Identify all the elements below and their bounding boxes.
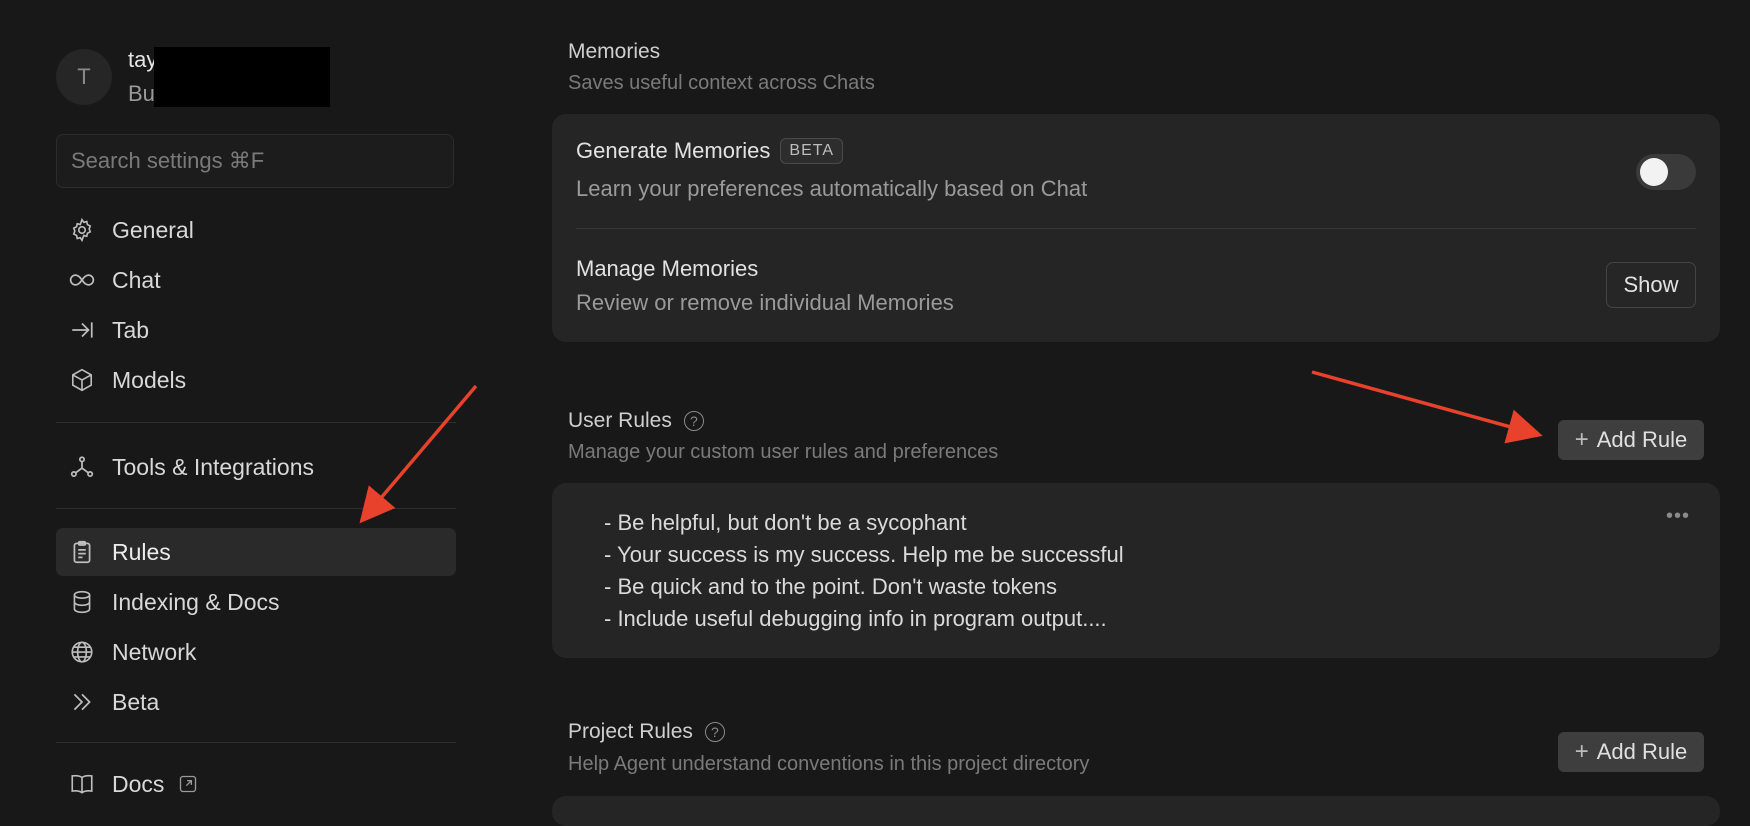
project-rules-card <box>552 796 1720 826</box>
help-icon[interactable]: ? <box>683 411 704 431</box>
memories-title: Memories <box>568 40 660 64</box>
ellipsis-icon[interactable]: ••• <box>1666 505 1690 528</box>
sidebar-item-label: Docs <box>112 770 165 797</box>
infinity-icon <box>68 266 96 294</box>
database-icon <box>68 588 96 616</box>
profile-plan: Bu <box>128 81 155 106</box>
project-rules-subtitle: Help Agent understand conventions in thi… <box>568 753 1090 775</box>
plus-icon: + <box>1574 738 1589 765</box>
sidebar-item-tools-integrations[interactable]: Tools & Integrations <box>56 443 456 491</box>
user-rules-card[interactable]: - Be helpful, but don't be a sycophant -… <box>552 483 1720 658</box>
generate-memories-title: Generate Memories BETA <box>576 138 844 164</box>
sidebar-item-label: Tools & Integrations <box>112 453 315 480</box>
add-project-rule-button[interactable]: + Add Rule <box>1558 732 1704 772</box>
double-chevron-icon <box>68 688 96 716</box>
nodes-icon <box>68 453 96 481</box>
avatar: T <box>56 49 112 105</box>
cube-icon <box>68 366 96 394</box>
user-rules-subtitle: Manage your custom user rules and prefer… <box>568 441 999 463</box>
project-rules-title-text: Project Rules <box>568 720 693 743</box>
beta-badge: BETA <box>780 138 844 164</box>
settings-main: Memories Saves useful context across Cha… <box>552 0 1720 826</box>
user-rules-title-text: User Rules <box>568 409 672 432</box>
sidebar-item-beta[interactable]: Beta <box>56 678 456 726</box>
user-profile[interactable]: T tay Bu <box>56 47 356 109</box>
user-rules-title: User Rules ? <box>568 409 704 433</box>
sidebar-item-label: Beta <box>112 688 160 715</box>
sidebar-item-label: General <box>112 216 194 243</box>
rule-line: - Include useful debugging info in progr… <box>604 606 1107 631</box>
plus-icon: + <box>1574 426 1589 453</box>
globe-icon <box>68 638 96 666</box>
sidebar-divider <box>56 422 456 423</box>
toggle-knob <box>1640 158 1668 186</box>
sidebar-divider <box>56 508 456 509</box>
settings-sidebar: T tay Bu Search settings ⌘F General Chat… <box>0 0 500 808</box>
sidebar-item-rules[interactable]: Rules <box>56 528 456 576</box>
sidebar-item-indexing-docs[interactable]: Indexing & Docs <box>56 578 456 626</box>
sidebar-item-docs[interactable]: Docs <box>56 760 456 808</box>
clipboard-icon <box>68 538 96 566</box>
help-icon[interactable]: ? <box>704 722 725 742</box>
manage-memories-subtitle: Review or remove individual Memories <box>576 290 954 315</box>
sidebar-item-models[interactable]: Models <box>56 356 456 404</box>
project-rules-title: Project Rules ? <box>568 720 725 744</box>
memories-card: Generate Memories BETA Learn your prefer… <box>552 114 1720 342</box>
memories-subtitle: Saves useful context across Chats <box>568 72 875 94</box>
sidebar-item-general[interactable]: General <box>56 206 456 254</box>
sidebar-item-label: Network <box>112 638 197 665</box>
redaction-box <box>154 47 330 107</box>
add-rule-label: Add Rule <box>1596 427 1688 452</box>
generate-memories-label: Generate Memories <box>576 138 771 163</box>
add-rule-label: Add Rule <box>1596 739 1688 764</box>
sidebar-item-label: Rules <box>112 538 171 565</box>
sidebar-item-label: Indexing & Docs <box>112 588 280 615</box>
rule-line: - Your success is my success. Help me be… <box>604 542 1124 567</box>
search-settings-input[interactable]: Search settings ⌘F <box>56 134 454 188</box>
profile-name: tay <box>128 47 158 72</box>
manage-memories-title: Manage Memories <box>576 256 758 282</box>
arrow-to-bar-icon <box>68 316 96 344</box>
rule-line: - Be helpful, but don't be a sycophant <box>604 510 967 535</box>
sidebar-item-label: Models <box>112 366 187 393</box>
show-memories-button[interactable]: Show <box>1606 262 1696 308</box>
gear-icon <box>68 216 96 244</box>
generate-memories-toggle[interactable] <box>1636 154 1696 190</box>
sidebar-item-chat[interactable]: Chat <box>56 256 456 304</box>
sidebar-divider <box>56 742 456 743</box>
manage-memories-label: Manage Memories <box>576 256 759 281</box>
memories-title-text: Memories <box>568 40 661 63</box>
sidebar-item-label: Tab <box>112 316 150 343</box>
sidebar-item-tab[interactable]: Tab <box>56 306 456 354</box>
add-user-rule-button[interactable]: + Add Rule <box>1558 420 1704 460</box>
user-rules-text[interactable]: - Be helpful, but don't be a sycophant -… <box>604 507 1124 635</box>
sidebar-item-label: Chat <box>112 266 161 293</box>
generate-memories-subtitle: Learn your preferences automatically bas… <box>576 176 1088 201</box>
book-icon <box>68 770 96 798</box>
card-divider <box>576 228 1696 229</box>
external-link-icon <box>178 774 198 794</box>
sidebar-item-network[interactable]: Network <box>56 628 456 676</box>
rule-line: - Be quick and to the point. Don't waste… <box>604 574 1058 599</box>
